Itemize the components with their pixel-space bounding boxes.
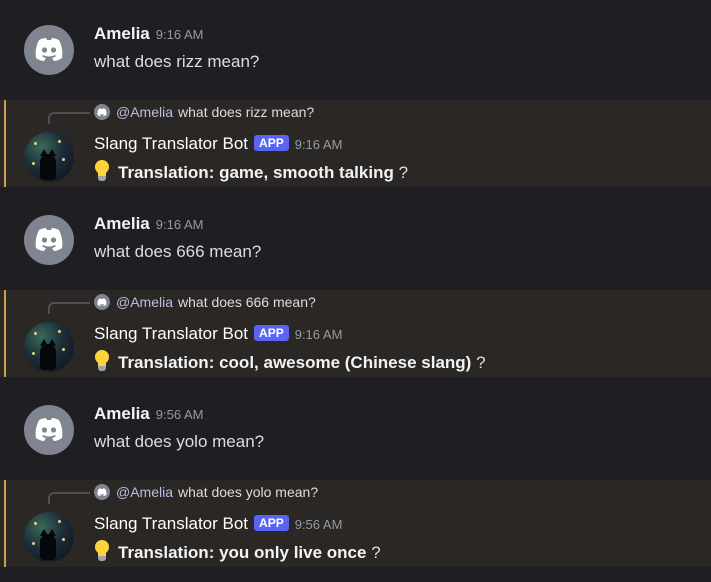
reply-text: what does rizz mean? <box>178 104 315 120</box>
reply-connector <box>48 112 90 124</box>
discord-logo-icon <box>35 38 63 61</box>
reply-avatar <box>94 294 110 310</box>
author-name[interactable]: Slang Translator Bot <box>94 514 248 533</box>
bot-message[interactable]: @Amelia what does yolo mean? Slang Trans… <box>0 480 711 567</box>
message-timestamp: 9:56 AM <box>294 517 343 532</box>
message-author[interactable]: Amelia 9:16 AM <box>94 214 203 234</box>
message-text: what does rizz mean? <box>94 52 260 71</box>
translation-suffix: ? <box>371 543 381 562</box>
message-author[interactable]: Amelia 9:16 AM <box>94 24 203 44</box>
translation-colon: : <box>208 353 215 372</box>
message-author[interactable]: Slang Translator Bot APP 9:56 AM <box>94 514 342 534</box>
translation-label: Translation <box>118 543 209 562</box>
app-badge: APP <box>254 515 289 531</box>
user-avatar[interactable] <box>24 25 74 75</box>
reply-text: what does yolo mean? <box>178 484 319 500</box>
translation-suffix: ? <box>476 353 486 372</box>
message-text: Translation: game, smooth talking ? <box>94 160 408 183</box>
message-timestamp: 9:16 AM <box>155 27 204 42</box>
reply-connector <box>48 492 90 504</box>
author-name[interactable]: Amelia <box>94 214 150 233</box>
discord-logo-icon <box>35 228 63 251</box>
reply-preview[interactable]: @Amelia what does yolo mean? <box>94 484 318 500</box>
user-avatar[interactable] <box>24 215 74 265</box>
reply-avatar <box>94 484 110 500</box>
user-message[interactable]: Amelia 9:16 AM what does 666 mean? <box>0 200 711 280</box>
bot-avatar[interactable] <box>24 322 74 372</box>
translation-value: game, smooth talking <box>219 163 394 182</box>
discord-logo-icon <box>97 108 107 116</box>
reply-avatar <box>94 104 110 120</box>
author-name[interactable]: Amelia <box>94 404 150 423</box>
app-badge: APP <box>254 325 289 341</box>
bot-message[interactable]: @Amelia what does rizz mean? Slang Trans… <box>0 100 711 187</box>
light-bulb-icon <box>94 350 110 372</box>
translation-suffix: ? <box>398 163 409 182</box>
bot-avatar[interactable] <box>24 132 74 182</box>
user-message[interactable]: Amelia 9:56 AM what does yolo mean? <box>0 390 711 470</box>
message-timestamp: 9:16 AM <box>294 327 343 342</box>
light-bulb-icon <box>94 160 110 182</box>
message-author[interactable]: Slang Translator Bot APP 9:16 AM <box>94 324 342 344</box>
message-timestamp: 9:16 AM <box>155 217 204 232</box>
message-timestamp: 9:16 AM <box>294 137 343 152</box>
reply-connector <box>48 302 90 314</box>
translation-colon: : <box>208 543 215 562</box>
user-message[interactable]: Amelia 9:16 AM what does rizz mean? <box>0 10 711 90</box>
author-name[interactable]: Amelia <box>94 24 150 43</box>
reply-mention[interactable]: @Amelia <box>116 104 173 120</box>
reply-preview[interactable]: @Amelia what does 666 mean? <box>94 294 316 310</box>
discord-logo-icon <box>35 418 63 441</box>
discord-logo-icon <box>97 298 107 306</box>
message-author[interactable]: Slang Translator Bot APP 9:16 AM <box>94 134 342 154</box>
message-text: what does 666 mean? <box>94 242 262 261</box>
message-author[interactable]: Amelia 9:56 AM <box>94 404 203 424</box>
discord-logo-icon <box>97 488 107 496</box>
light-bulb-icon <box>94 540 110 562</box>
message-text: what does yolo mean? <box>94 432 265 451</box>
message-text: Translation: you only live once ? <box>94 540 381 563</box>
author-name[interactable]: Slang Translator Bot <box>94 134 248 153</box>
bot-message[interactable]: @Amelia what does 666 mean? Slang Transl… <box>0 290 711 377</box>
chat-log: Amelia 9:16 AM what does rizz mean? @Amel… <box>0 0 711 582</box>
translation-value: cool, awesome (Chinese slang) <box>219 353 472 372</box>
app-badge: APP <box>254 135 289 151</box>
message-text: Translation: cool, awesome (Chinese slan… <box>94 350 486 373</box>
translation-label: Translation <box>118 163 209 182</box>
translation-label: Translation <box>118 353 209 372</box>
user-avatar[interactable] <box>24 405 74 455</box>
message-timestamp: 9:56 AM <box>155 407 204 422</box>
reply-text: what does 666 mean? <box>178 294 316 310</box>
bot-avatar[interactable] <box>24 512 74 562</box>
reply-mention[interactable]: @Amelia <box>116 484 173 500</box>
translation-colon: : <box>208 163 215 182</box>
reply-mention[interactable]: @Amelia <box>116 294 173 310</box>
author-name[interactable]: Slang Translator Bot <box>94 324 248 343</box>
reply-preview[interactable]: @Amelia what does rizz mean? <box>94 104 314 120</box>
translation-value: you only live once <box>219 543 367 562</box>
